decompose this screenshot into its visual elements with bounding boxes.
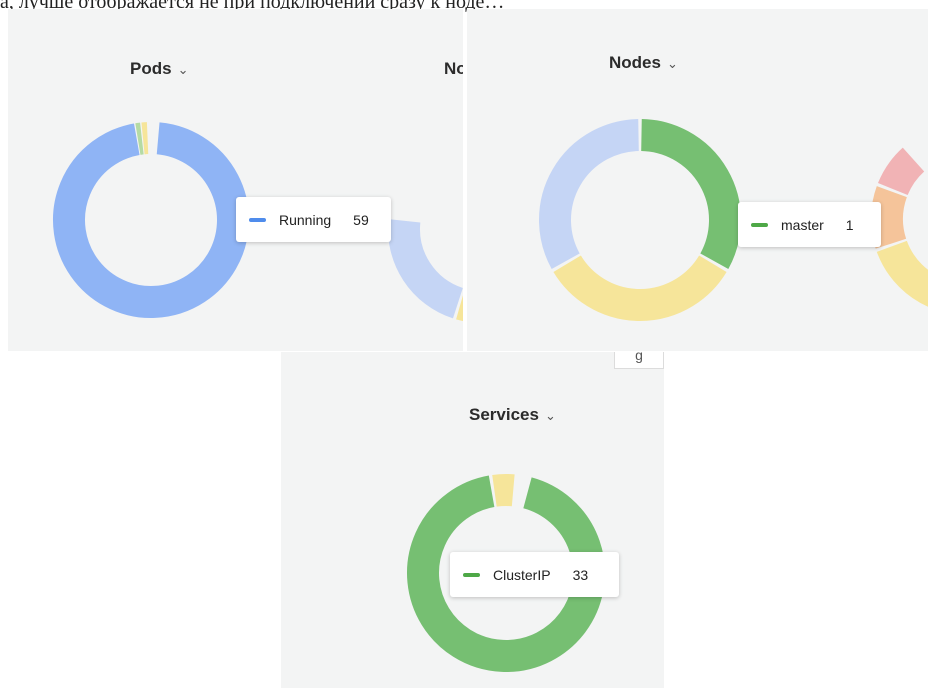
services-slice-yellow[interactable] (492, 474, 515, 507)
tooltip-value: 1 (845, 216, 854, 233)
tooltip-value: 33 (572, 566, 589, 583)
tooltip-label: master (781, 216, 824, 233)
nodes-tooltip: master 1 (738, 202, 881, 247)
pods-slice-running[interactable] (53, 122, 249, 318)
nodes-slice-master[interactable] (640, 119, 741, 269)
legend-swatch (751, 222, 768, 227)
tooltip-label: ClusterIP (493, 566, 551, 583)
nodes-panel: Nodes ⌄ master 1 (467, 9, 928, 351)
pods-panel: Pods ⌄ No Running 59 (8, 9, 463, 351)
tooltip-label: Running (279, 211, 332, 228)
nodes-donut-chart (539, 119, 928, 321)
services-tooltip: ClusterIP 33 (450, 552, 619, 597)
nodes-slice-yellow[interactable] (553, 255, 727, 321)
pods-donut-chart (53, 122, 463, 322)
pods-slice-green[interactable] (135, 122, 144, 155)
tooltip-value: 59 (353, 211, 369, 228)
legend-swatch (249, 217, 266, 222)
nodes-slice-light-blue[interactable] (539, 119, 640, 269)
legend-swatch (463, 572, 480, 577)
neighbor-donut-pink[interactable] (877, 147, 925, 196)
neighbor-donut-yellow[interactable] (456, 293, 463, 322)
neighbor-donut-light-blue[interactable] (388, 219, 463, 319)
services-donut-chart (407, 474, 605, 672)
pods-tooltip: Running 59 (236, 197, 391, 242)
neighbor-donut-yellow[interactable] (876, 240, 928, 307)
services-panel: g Services ⌄ ClusterIP 33 (281, 352, 664, 688)
neighbor-donut-orange[interactable] (871, 186, 908, 249)
